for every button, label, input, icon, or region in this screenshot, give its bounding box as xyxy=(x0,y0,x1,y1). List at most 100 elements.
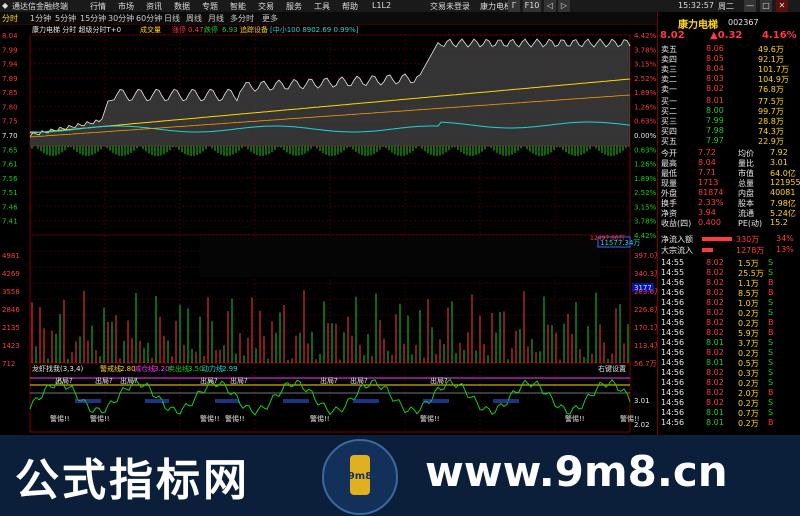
price-axis-label: 7.99 xyxy=(2,46,18,54)
tab-30min[interactable]: 30分钟 xyxy=(108,13,134,24)
tick-time: 14:56 xyxy=(661,418,685,427)
tick-price: 8.02 xyxy=(706,378,724,387)
bid-price: 7.97 xyxy=(706,136,724,145)
banner-url: www.9m8.cn xyxy=(425,447,728,496)
tab-weekly[interactable]: 周线 xyxy=(186,13,202,24)
flow-bar xyxy=(702,248,714,252)
ind-right-val1: 3.01 xyxy=(634,397,650,405)
tab-daily[interactable]: 日线 xyxy=(164,13,180,24)
tab-multi-intraday[interactable]: 多分时 xyxy=(230,13,254,24)
flow-label: 大宗流入 xyxy=(661,246,693,255)
tick-price: 8.02 xyxy=(706,318,724,327)
tab-60min[interactable]: 60分钟 xyxy=(136,13,162,24)
pct-axis-label: 3.78% xyxy=(634,46,657,54)
price-axis-label: 7.94 xyxy=(2,61,18,69)
menu-data[interactable]: 数据 xyxy=(174,1,190,12)
intraday-chart[interactable]: 康力电梯 分时 超级分时T+0 成交量 涨停 0.47 跌停 6.93 追踪设备… xyxy=(0,25,657,435)
up-label: 涨停 xyxy=(172,25,186,34)
ind-sell-label: 卖出线 xyxy=(168,364,189,373)
vol-label: 成交量 xyxy=(140,25,161,34)
up-value: 0.47 xyxy=(188,26,204,34)
stat-value: 3.01 xyxy=(770,158,788,167)
tab-monthly[interactable]: 月线 xyxy=(208,13,224,24)
ind-power-value: 2.99 xyxy=(222,365,238,373)
volume-axis-label: 283.6万 xyxy=(634,288,657,296)
annot-out: 出局? xyxy=(320,376,338,385)
volume-axis-label: 226.8万 xyxy=(634,306,657,314)
stat-value: 121955 xyxy=(770,178,800,187)
tick-time: 14:55 xyxy=(661,258,685,267)
annot-warn: 警惕!! xyxy=(420,414,440,423)
logo-text: 9m8 xyxy=(348,471,372,482)
annot-out: 出局? xyxy=(200,376,218,385)
menu-help[interactable]: 帮助 xyxy=(342,1,358,12)
prev-icon[interactable]: ◁ xyxy=(544,0,556,12)
maximize-button[interactable]: □ xyxy=(760,0,772,12)
annot-out: 出局? xyxy=(350,376,368,385)
pct-axis-label: 0.63% xyxy=(634,146,657,154)
pct-axis-label: 1.26% xyxy=(634,103,657,111)
tab-15min[interactable]: 15分钟 xyxy=(80,13,106,24)
trade-login-alert[interactable]: 交易未登录 xyxy=(430,1,470,12)
bid-price: 7.98 xyxy=(706,126,724,135)
tick-time: 14:56 xyxy=(661,338,685,347)
tick-side: B xyxy=(768,278,774,287)
indicator-settings[interactable]: 右键设置 xyxy=(598,364,626,373)
stat-value: 3.94 xyxy=(698,208,716,217)
tick-price: 8.02 xyxy=(706,368,724,377)
ask-price: 8.02 xyxy=(706,84,724,93)
next-icon[interactable]: ▷ xyxy=(558,0,570,12)
menu-trade[interactable]: 交易 xyxy=(258,1,274,12)
tick-time: 14:56 xyxy=(661,318,685,327)
tick-time: 14:56 xyxy=(661,388,685,397)
tick-time: 14:56 xyxy=(661,298,685,307)
tick-side: S xyxy=(768,308,774,317)
pct-axis-label: 3.15% xyxy=(634,61,657,69)
menu-topic[interactable]: 专题 xyxy=(202,1,218,12)
price-axis-label: 2846 xyxy=(2,306,20,314)
volume-axis-label: 113.4万 xyxy=(634,342,657,350)
ask-price: 8.04 xyxy=(706,64,724,73)
menu-smart[interactable]: 智能 xyxy=(230,1,246,12)
tick-price: 8.02 xyxy=(706,388,724,397)
bid-price: 7.99 xyxy=(706,116,724,125)
tick-time: 14:56 xyxy=(661,308,685,317)
tick-side: S xyxy=(768,258,774,267)
minimize-button[interactable]: — xyxy=(744,0,756,12)
tick-side: B xyxy=(768,328,774,337)
menu-news[interactable]: 资讯 xyxy=(146,1,162,12)
stat-value: 1713 xyxy=(698,178,719,187)
menu-quote[interactable]: 行情 xyxy=(90,1,106,12)
ind-reduce-label: 减仓线 xyxy=(134,364,155,373)
menu-service[interactable]: 服务 xyxy=(286,1,302,12)
tab-5min[interactable]: 5分钟 xyxy=(55,13,76,24)
tick-side: S xyxy=(768,268,774,277)
tick-time: 14:56 xyxy=(661,398,685,407)
stock-name: 康力电梯 xyxy=(678,20,718,31)
flow-pct: 34% xyxy=(776,234,794,243)
annot-warn: 警惕!! xyxy=(90,414,110,423)
quote-panel: 康力电梯 002367 8.02 ▲0.32 4.16% 卖五 8.06 49.6万… xyxy=(657,12,800,435)
tick-volume: 0.2万 xyxy=(738,419,759,428)
pct-axis-label: 2.52% xyxy=(634,75,657,83)
tick-price: 8.01 xyxy=(706,338,724,347)
pct-axis-label: 1.26% xyxy=(634,161,657,169)
stat-value: 81874 xyxy=(698,188,724,197)
tick-price: 8.02 xyxy=(706,278,724,287)
menu-market[interactable]: 市场 xyxy=(118,1,134,12)
flow-bar xyxy=(702,237,732,241)
price-axis-label: 2135 xyxy=(2,324,20,332)
tick-price: 8.02 xyxy=(706,308,724,317)
pct-axis-label: 1.89% xyxy=(634,175,657,183)
gamma-button[interactable]: Γ xyxy=(508,0,520,12)
tab-more[interactable]: 更多 xyxy=(262,13,278,24)
flow-label: 净流入额 xyxy=(661,235,693,244)
close-button[interactable]: ✕ xyxy=(776,0,788,12)
menu-tools[interactable]: 工具 xyxy=(314,1,330,12)
tab-1min[interactable]: 1分钟 xyxy=(30,13,51,24)
menu-l1l2[interactable]: L1L2 xyxy=(372,1,391,10)
annot-warn: 警惕!! xyxy=(50,414,70,423)
tick-time: 14:56 xyxy=(661,408,685,417)
f10-button[interactable]: F10 xyxy=(523,0,541,12)
tab-intraday[interactable]: 分时 xyxy=(2,13,18,24)
